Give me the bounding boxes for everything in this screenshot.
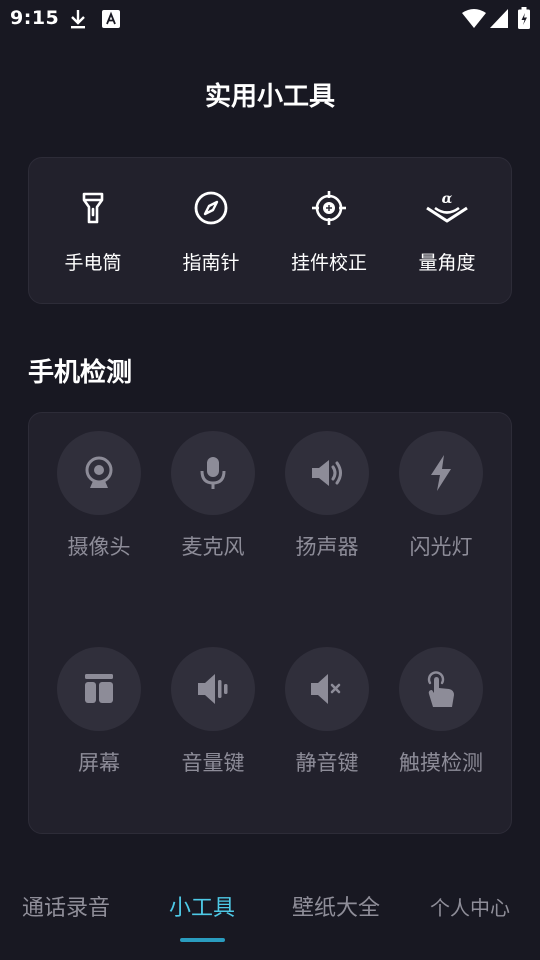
detect-label: 触摸检测 bbox=[399, 751, 483, 775]
detect-circle bbox=[399, 647, 483, 731]
signal-icon bbox=[490, 9, 508, 32]
flash-icon bbox=[431, 455, 451, 491]
detect-speaker[interactable]: 扬声器 bbox=[270, 431, 384, 571]
tool-label: 指南针 bbox=[182, 252, 240, 274]
tool-flashlight[interactable]: 手电筒 bbox=[33, 158, 153, 305]
wifi-icon bbox=[462, 9, 486, 33]
detect-microphone[interactable]: 麦克风 bbox=[156, 431, 270, 571]
detect-mute-key[interactable]: 静音键 bbox=[270, 647, 384, 787]
detect-label: 音量键 bbox=[181, 751, 245, 775]
active-tab-indicator bbox=[180, 938, 225, 942]
detect-circle bbox=[399, 431, 483, 515]
detect-circle bbox=[171, 647, 255, 731]
detect-card: 摄像头 麦克风 扬声器 闪光灯 屏幕 音量键 静音键 触摸检测 bbox=[28, 412, 512, 834]
page-title: 实用小工具 bbox=[204, 82, 335, 112]
section-title: 手机检测 bbox=[28, 358, 133, 388]
screen: 9:15 实用小工具 手电筒 指南针 挂件校正 α 量角度 手机检测 摄像头 麦… bbox=[0, 0, 540, 960]
speaker-icon bbox=[312, 460, 342, 486]
tool-label: 手电筒 bbox=[64, 252, 122, 274]
tool-angle[interactable]: α 量角度 bbox=[387, 158, 507, 305]
tool-label: 挂件校正 bbox=[290, 252, 367, 274]
touch-icon bbox=[427, 671, 454, 707]
detect-label: 静音键 bbox=[295, 751, 359, 775]
detect-label: 摄像头 bbox=[67, 535, 131, 559]
detect-flash[interactable]: 闪光灯 bbox=[384, 431, 498, 571]
tab-wallpapers[interactable]: 壁纸大全 bbox=[292, 890, 380, 922]
crosshair-icon bbox=[311, 190, 347, 226]
detect-touch[interactable]: 触摸检测 bbox=[384, 647, 498, 787]
detect-circle bbox=[171, 431, 255, 515]
detect-circle bbox=[285, 647, 369, 731]
tools-card: 手电筒 指南针 挂件校正 α 量角度 bbox=[28, 157, 512, 304]
detect-circle bbox=[57, 431, 141, 515]
microphone-icon bbox=[200, 457, 226, 489]
detect-circle bbox=[285, 431, 369, 515]
download-icon bbox=[68, 8, 88, 34]
protractor-icon: α bbox=[425, 190, 469, 226]
status-bar: 9:15 bbox=[0, 0, 540, 36]
screen-icon bbox=[85, 674, 113, 703]
detect-label: 麦克风 bbox=[181, 535, 245, 559]
tab-profile[interactable]: 个人中心 bbox=[430, 892, 510, 921]
camera-icon bbox=[85, 456, 113, 488]
tab-call-recording[interactable]: 通话录音 bbox=[22, 890, 110, 922]
flashlight-icon bbox=[75, 190, 111, 226]
tab-tools[interactable]: 小工具 bbox=[169, 890, 235, 922]
detect-screen[interactable]: 屏幕 bbox=[42, 647, 156, 787]
text-notification-icon bbox=[102, 10, 120, 32]
tool-calibrate[interactable]: 挂件校正 bbox=[269, 158, 389, 305]
detect-camera[interactable]: 摄像头 bbox=[42, 431, 156, 571]
volume-key-icon bbox=[198, 674, 228, 704]
bottom-nav: 通话录音 小工具 壁纸大全 个人中心 bbox=[0, 870, 540, 960]
status-time: 9:15 bbox=[10, 7, 60, 29]
tool-label: 量角度 bbox=[418, 252, 476, 274]
compass-icon bbox=[193, 190, 229, 226]
detect-volume-key[interactable]: 音量键 bbox=[156, 647, 270, 787]
tool-compass[interactable]: 指南针 bbox=[151, 158, 271, 305]
detect-label: 扬声器 bbox=[295, 535, 359, 559]
svg-text:α: α bbox=[442, 191, 453, 207]
detect-label: 闪光灯 bbox=[409, 535, 473, 559]
detect-label: 屏幕 bbox=[78, 751, 120, 775]
mute-key-icon bbox=[311, 674, 341, 704]
detect-circle bbox=[57, 647, 141, 731]
battery-icon bbox=[518, 7, 530, 33]
